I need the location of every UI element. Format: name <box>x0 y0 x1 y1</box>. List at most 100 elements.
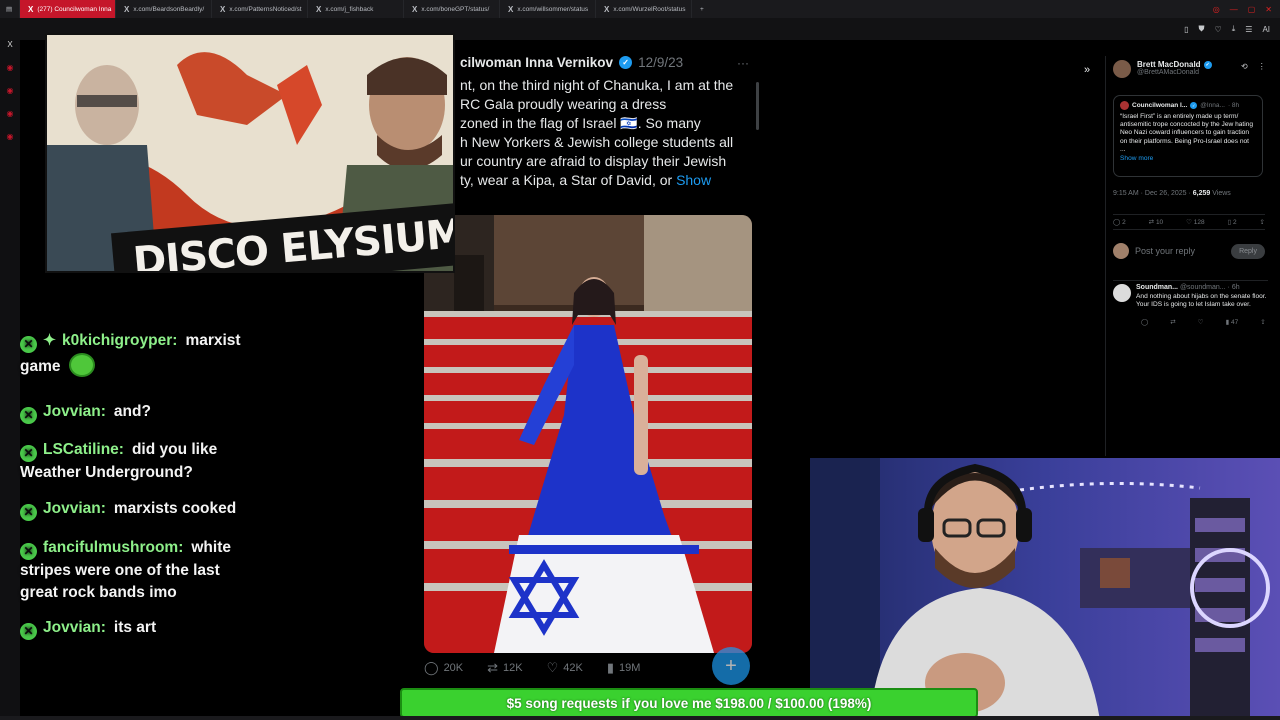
minimize-icon[interactable]: — <box>1230 5 1238 14</box>
chat-message: ✕ Jovvian: marxists cooked <box>20 498 260 521</box>
show-more-link[interactable]: Show <box>676 172 711 188</box>
panel-author[interactable]: Brett MacDonald ✓ @BrettAMacDonald <box>1113 60 1212 78</box>
tweet-line: h New Yorkers & Jewish college students … <box>460 134 734 150</box>
chat-badge-icon: ✕ <box>20 503 37 521</box>
ext-icon[interactable]: ◉ <box>7 132 14 141</box>
menu-icon[interactable]: ☰ <box>1245 25 1252 34</box>
photo-illustration <box>424 215 752 653</box>
donation-goal-bar: $5 song requests if you love me $198.00 … <box>400 688 978 718</box>
reply-button[interactable]: ◯ 2 <box>1113 218 1126 226</box>
ext-icon[interactable]: ◉ <box>7 86 14 95</box>
reply-post[interactable]: Soundman... @soundman... · 6h And nothin… <box>1113 280 1268 326</box>
chat-badge-icon: ✕ <box>20 335 37 353</box>
avatar <box>1120 101 1129 110</box>
avatar[interactable] <box>1113 60 1131 78</box>
reply-submit-button[interactable]: Reply <box>1231 243 1265 259</box>
repost-button[interactable]: ⇄ 12K <box>487 660 522 676</box>
grok-icon[interactable]: ⟲ <box>1241 62 1248 71</box>
scrollbar-thumb[interactable] <box>756 82 759 130</box>
reply-button[interactable]: ◯ 20K <box>424 660 463 676</box>
tab-councilwoman[interactable]: X (277) Councilwoman Inna <box>20 0 116 18</box>
tab-willsommer[interactable]: Xx.com/willsommer/status <box>500 0 596 18</box>
reply-handle: @soundman... <box>1179 284 1226 291</box>
ai-button[interactable]: AI <box>1262 25 1270 34</box>
verified-icon: ✓ <box>1190 102 1198 109</box>
heart-icon[interactable]: ♡ <box>1198 318 1204 326</box>
close-icon[interactable]: ✕ <box>1265 5 1272 14</box>
chat-message: ✕ LSCatiline: did you like Weather Undergr… <box>20 439 260 484</box>
tweet-author[interactable]: cilwoman Inna Vernikov <box>460 55 613 70</box>
tab-beardsonbeardly[interactable]: Xx.com/BeardsonBeardly/ <box>116 0 212 18</box>
repost-icon[interactable]: ⇄ <box>1170 318 1175 326</box>
settings-icon[interactable]: ◎ <box>1213 5 1220 14</box>
quoted-show-more-link[interactable]: Show more <box>1120 155 1256 162</box>
expand-panel-icon[interactable]: » <box>1084 64 1090 76</box>
dim-sidebar-column <box>780 90 960 108</box>
sidebar-toggle-icon[interactable]: ▤ <box>0 0 20 18</box>
tab-label: x.com/j_fishback <box>325 5 374 13</box>
views-count: 47 <box>1230 318 1239 326</box>
tweet-date[interactable]: 12/9/23 <box>638 55 683 70</box>
chat-badge-icon: ✕ <box>20 542 37 560</box>
quoted-author: Councilwoman I... <box>1132 102 1188 109</box>
tab-patternsnoticed[interactable]: Xx.com/PatternsNoticed/st <box>212 0 308 18</box>
bookmark-button[interactable]: ▯ 2 <box>1228 218 1237 226</box>
tab-wurzelroot[interactable]: Xx.com/WurzelRoot/status <box>596 0 692 18</box>
repost-button[interactable]: ⇄ 10 <box>1149 218 1164 226</box>
stream-chat: ✕ ✦ k0kichigroyper: marxist game ✕ Jovvian: a… <box>0 300 300 670</box>
chat-username[interactable]: fancifulmushroom: <box>43 539 183 556</box>
chat-badge-icon: ✕ <box>20 406 37 424</box>
reply-icon[interactable]: ◯ <box>1141 318 1148 326</box>
reply-text: And nothing about hijabs on the senate f… <box>1136 293 1267 309</box>
ext-icon[interactable]: ◉ <box>7 63 14 72</box>
screen: ▤ X (277) Councilwoman Inna Xx.com/Beards… <box>0 0 1280 720</box>
like-button[interactable]: ♡ 128 <box>1186 218 1205 226</box>
quoted-post[interactable]: Councilwoman I... ✓ @Inna... · 8h “Israe… <box>1113 95 1263 177</box>
webcam-feed <box>810 458 1280 720</box>
chat-username[interactable]: Jovvian: <box>43 619 106 636</box>
avatar[interactable] <box>1113 284 1131 302</box>
x-logo-icon: X <box>604 4 610 14</box>
webcam-image <box>810 458 1280 720</box>
chat-username[interactable]: k0kichigroyper: <box>62 332 177 349</box>
x-logo-icon[interactable]: X <box>7 40 12 49</box>
chat-username[interactable]: Jovvian: <box>43 403 106 420</box>
chat-username[interactable]: LSCatiline: <box>43 441 124 458</box>
reply-count: 20K <box>443 662 464 674</box>
quoted-handle: @Inna... <box>1200 102 1225 109</box>
x-logo-icon: X <box>412 4 418 14</box>
browser-tab-bar: ▤ X (277) Councilwoman Inna Xx.com/Beards… <box>0 0 1280 18</box>
share-icon[interactable]: ⇪ <box>1260 218 1265 226</box>
bottom-edge <box>0 716 1280 720</box>
reply-post-header: Soundman... @soundman... · 6h <box>1136 284 1268 291</box>
bookmark-icon[interactable]: ▯ <box>1184 25 1188 34</box>
verified-icon: ✓ <box>1203 60 1212 69</box>
chat-message: ✕ Jovvian: and? <box>20 401 260 424</box>
views-button[interactable]: ▮ 47 <box>1226 318 1239 326</box>
chat-username[interactable]: Jovvian: <box>43 500 106 517</box>
new-tab-button[interactable]: + <box>692 0 712 18</box>
compose-post-button[interactable]: + <box>712 647 750 685</box>
tweet-line: ty, wear a Kipa, a Star of David, or <box>460 172 673 188</box>
maximize-icon[interactable]: ▢ <box>1248 5 1256 14</box>
like-count: 128 <box>1193 219 1205 226</box>
tab-label: x.com/boneGPT/status/ <box>421 5 490 13</box>
more-options-icon[interactable]: ⋮ <box>1258 62 1266 71</box>
views-button[interactable]: ▮ 19M <box>607 660 641 676</box>
views-count: 6,259 <box>1192 190 1211 197</box>
tweet-photo[interactable] <box>424 215 752 653</box>
ext-icon[interactable]: ◉ <box>7 109 14 118</box>
tab-j-fishback[interactable]: Xx.com/j_fishback <box>308 0 404 18</box>
reply-input[interactable]: Post your reply <box>1135 246 1195 256</box>
heart-icon[interactable]: ♡ <box>1215 25 1222 34</box>
more-options-icon[interactable]: ··· <box>737 56 749 70</box>
like-button[interactable]: ♡ 42K <box>547 660 583 676</box>
tab-bonegpt[interactable]: Xx.com/boneGPT/status/ <box>404 0 500 18</box>
quoted-age: · 8h <box>1227 102 1240 109</box>
chat-message: ✕ fancifulmushroom: white stripes were one… <box>20 537 260 604</box>
shield-icon[interactable]: ⛊ <box>1199 24 1205 34</box>
game-overlay: DISCO ELYSIUM <box>45 33 455 273</box>
share-icon[interactable]: ⇪ <box>1260 318 1265 326</box>
reply-count: 2 <box>1122 219 1126 226</box>
download-icon[interactable]: ⤓ <box>1232 24 1236 34</box>
